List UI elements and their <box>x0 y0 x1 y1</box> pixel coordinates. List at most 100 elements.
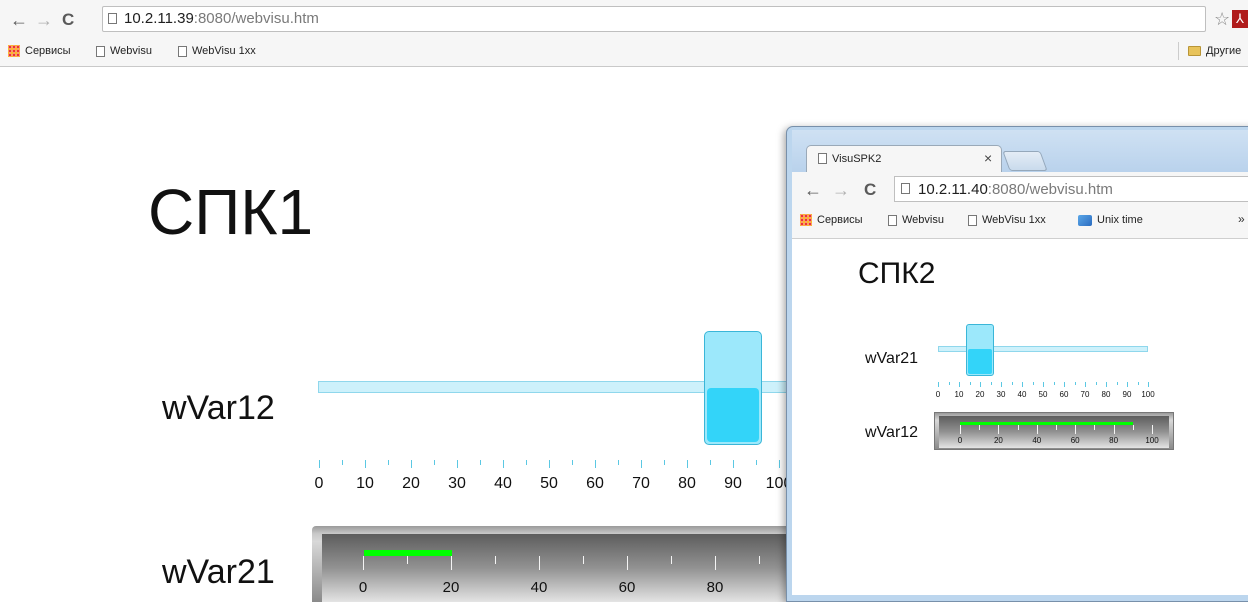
popup-forward-button[interactable]: → <box>832 180 850 200</box>
page-title: СПК1 <box>148 176 314 248</box>
scale-label: 40 <box>530 579 548 596</box>
scale-minor-tick <box>1053 382 1055 385</box>
scale-label: 20 <box>442 579 460 596</box>
scale-minor-tick <box>1032 382 1034 385</box>
scale-major-tick <box>549 460 550 468</box>
scale-major-tick <box>779 460 780 468</box>
scale-label: 70 <box>632 475 650 492</box>
scale-label: 100 <box>1145 436 1159 445</box>
scale-major-tick <box>1043 382 1044 387</box>
scale-label: 60 <box>618 579 636 596</box>
scale-minor-tick <box>1017 425 1019 430</box>
scale-label: 80 <box>1101 390 1111 399</box>
popup-bookmark-webvisu-1xx[interactable]: WebVisu 1xx <box>968 214 1046 226</box>
scale-major-tick <box>451 556 452 570</box>
page-icon <box>818 153 827 164</box>
popup-bookmark-services[interactable]: Сервисы <box>800 214 863 226</box>
scale-minor-tick <box>1137 382 1139 385</box>
scale-major-tick <box>1148 382 1149 387</box>
scale-major-tick <box>1075 425 1077 434</box>
reload-button[interactable]: C <box>62 10 74 30</box>
new-tab-button[interactable] <box>1002 151 1048 171</box>
page-icon <box>96 45 105 57</box>
scale-label: 30 <box>996 390 1006 399</box>
scale-label: 10 <box>954 390 964 399</box>
back-button[interactable]: ← <box>10 10 28 30</box>
slider-thumb-fill <box>707 388 759 442</box>
scale-minor-tick <box>756 460 757 465</box>
scale-minor-tick <box>618 460 619 465</box>
popup-url-text[interactable]: 10.2.11.40:8080/webvisu.htm <box>918 181 1113 198</box>
scale-major-tick <box>715 556 716 570</box>
scale-label: 20 <box>993 436 1003 445</box>
scale-major-tick <box>938 382 939 387</box>
scale-minor-tick <box>572 460 573 465</box>
scale-minor-tick <box>979 425 981 430</box>
bookmarks-overflow-button[interactable]: » <box>1238 212 1245 226</box>
unix-time-icon <box>1078 214 1092 226</box>
forward-button[interactable]: → <box>35 10 53 30</box>
scale-minor-tick <box>407 556 408 564</box>
bookmark-webvisu-1xx[interactable]: WebVisu 1xx <box>178 45 256 57</box>
scale-major-tick <box>687 460 688 468</box>
scale-major-tick <box>627 556 628 570</box>
close-tab-icon[interactable]: × <box>984 150 992 166</box>
popup-bookmark-unix-time[interactable]: Unix time <box>1078 214 1143 226</box>
scale-label: 90 <box>1122 390 1132 399</box>
scale-major-tick <box>998 425 1000 434</box>
meter-label: wVar21 <box>162 553 275 591</box>
url-text[interactable]: 10.2.11.39:8080/webvisu.htm <box>124 10 319 27</box>
scale-label: 80 <box>706 579 724 596</box>
scale-minor-tick <box>664 460 665 465</box>
scale-label: 60 <box>586 475 604 492</box>
scale-major-tick <box>959 382 960 387</box>
scale-label: 20 <box>402 475 420 492</box>
slider-thumb[interactable] <box>704 331 762 445</box>
apps-icon <box>8 45 20 57</box>
scale-major-tick <box>539 556 540 570</box>
scale-major-tick <box>1085 382 1086 387</box>
scale-major-tick <box>365 460 366 468</box>
scale-minor-tick <box>583 556 584 564</box>
scale-minor-tick <box>495 556 496 564</box>
page-icon <box>888 214 897 226</box>
popup-reload-button[interactable]: C <box>864 180 876 200</box>
scale-minor-tick <box>1074 382 1076 385</box>
scale-label: 100 <box>1141 390 1155 399</box>
page-icon <box>968 214 977 226</box>
scale-label: 70 <box>1080 390 1090 399</box>
scale-major-tick <box>457 460 458 468</box>
apps-icon <box>800 214 812 226</box>
popup-meter-label: wVar12 <box>865 424 919 441</box>
scale-minor-tick <box>948 382 950 385</box>
scale-major-tick <box>1127 382 1128 387</box>
scale-major-tick <box>960 425 961 434</box>
scale-major-tick <box>1022 382 1023 387</box>
scale-major-tick <box>1106 382 1107 387</box>
pdf-extension-icon[interactable]: ⅄ <box>1232 10 1248 28</box>
slider-label: wVar12 <box>162 389 275 427</box>
popup-slider-thumb[interactable] <box>966 324 994 376</box>
scale-major-tick <box>1036 425 1038 434</box>
scale-major-tick <box>1152 425 1153 434</box>
meter-bar <box>364 550 452 556</box>
popup-bookmark-webvisu[interactable]: Webvisu <box>888 214 944 226</box>
scale-label: 90 <box>724 475 742 492</box>
bookmark-services[interactable]: Сервисы <box>8 45 71 57</box>
star-icon[interactable]: ☆ <box>1214 9 1230 30</box>
folder-icon <box>1188 46 1201 56</box>
popup-back-button[interactable]: ← <box>804 180 822 200</box>
scale-label: 0 <box>957 436 963 445</box>
bookmark-separator <box>1178 42 1179 60</box>
scale-major-tick <box>1001 382 1002 387</box>
scale-label: 40 <box>1032 436 1042 445</box>
scale-label: 60 <box>1059 390 1069 399</box>
popup-meter-face <box>939 416 1169 448</box>
bookmark-other[interactable]: Другие <box>1188 45 1241 57</box>
bookmark-webvisu[interactable]: Webvisu <box>96 45 152 57</box>
scale-label: 40 <box>494 475 512 492</box>
scale-minor-tick <box>759 556 760 564</box>
scale-label: 10 <box>356 475 374 492</box>
popup-meter-bar <box>960 422 1133 425</box>
scale-label: 50 <box>1038 390 1048 399</box>
